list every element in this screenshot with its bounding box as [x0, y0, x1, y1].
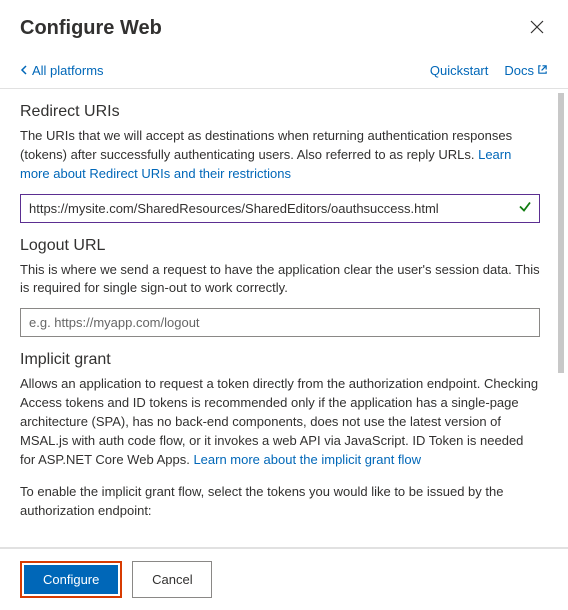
- cancel-button[interactable]: Cancel: [132, 561, 212, 598]
- redirect-uris-description: The URIs that we will accept as destinat…: [20, 127, 540, 184]
- logout-url-title: Logout URL: [20, 237, 540, 255]
- configure-button[interactable]: Configure: [24, 565, 118, 594]
- close-icon: [530, 22, 544, 37]
- back-link-label: All platforms: [32, 63, 104, 78]
- redirect-uris-title: Redirect URIs: [20, 103, 540, 121]
- chevron-left-icon: [20, 63, 28, 78]
- quickstart-link[interactable]: Quickstart: [430, 63, 489, 78]
- implicit-grant-description-2: To enable the implicit grant flow, selec…: [20, 483, 540, 521]
- docs-link[interactable]: Docs: [504, 63, 548, 78]
- back-all-platforms-link[interactable]: All platforms: [20, 63, 104, 78]
- close-button[interactable]: [526, 16, 548, 41]
- configure-highlight: Configure: [20, 561, 122, 598]
- checkmark-icon: [518, 200, 532, 217]
- redirect-uri-input[interactable]: [20, 194, 540, 223]
- page-title: Configure Web: [20, 17, 162, 40]
- logout-url-description: This is where we send a request to have …: [20, 261, 540, 299]
- scrollbar[interactable]: [558, 93, 564, 373]
- implicit-learn-more-link[interactable]: Learn more about the implicit grant flow: [193, 452, 421, 467]
- implicit-grant-title: Implicit grant: [20, 351, 540, 369]
- logout-url-input[interactable]: [20, 308, 540, 337]
- implicit-grant-description: Allows an application to request a token…: [20, 375, 540, 469]
- external-link-icon: [537, 63, 548, 78]
- docs-link-label: Docs: [504, 63, 534, 78]
